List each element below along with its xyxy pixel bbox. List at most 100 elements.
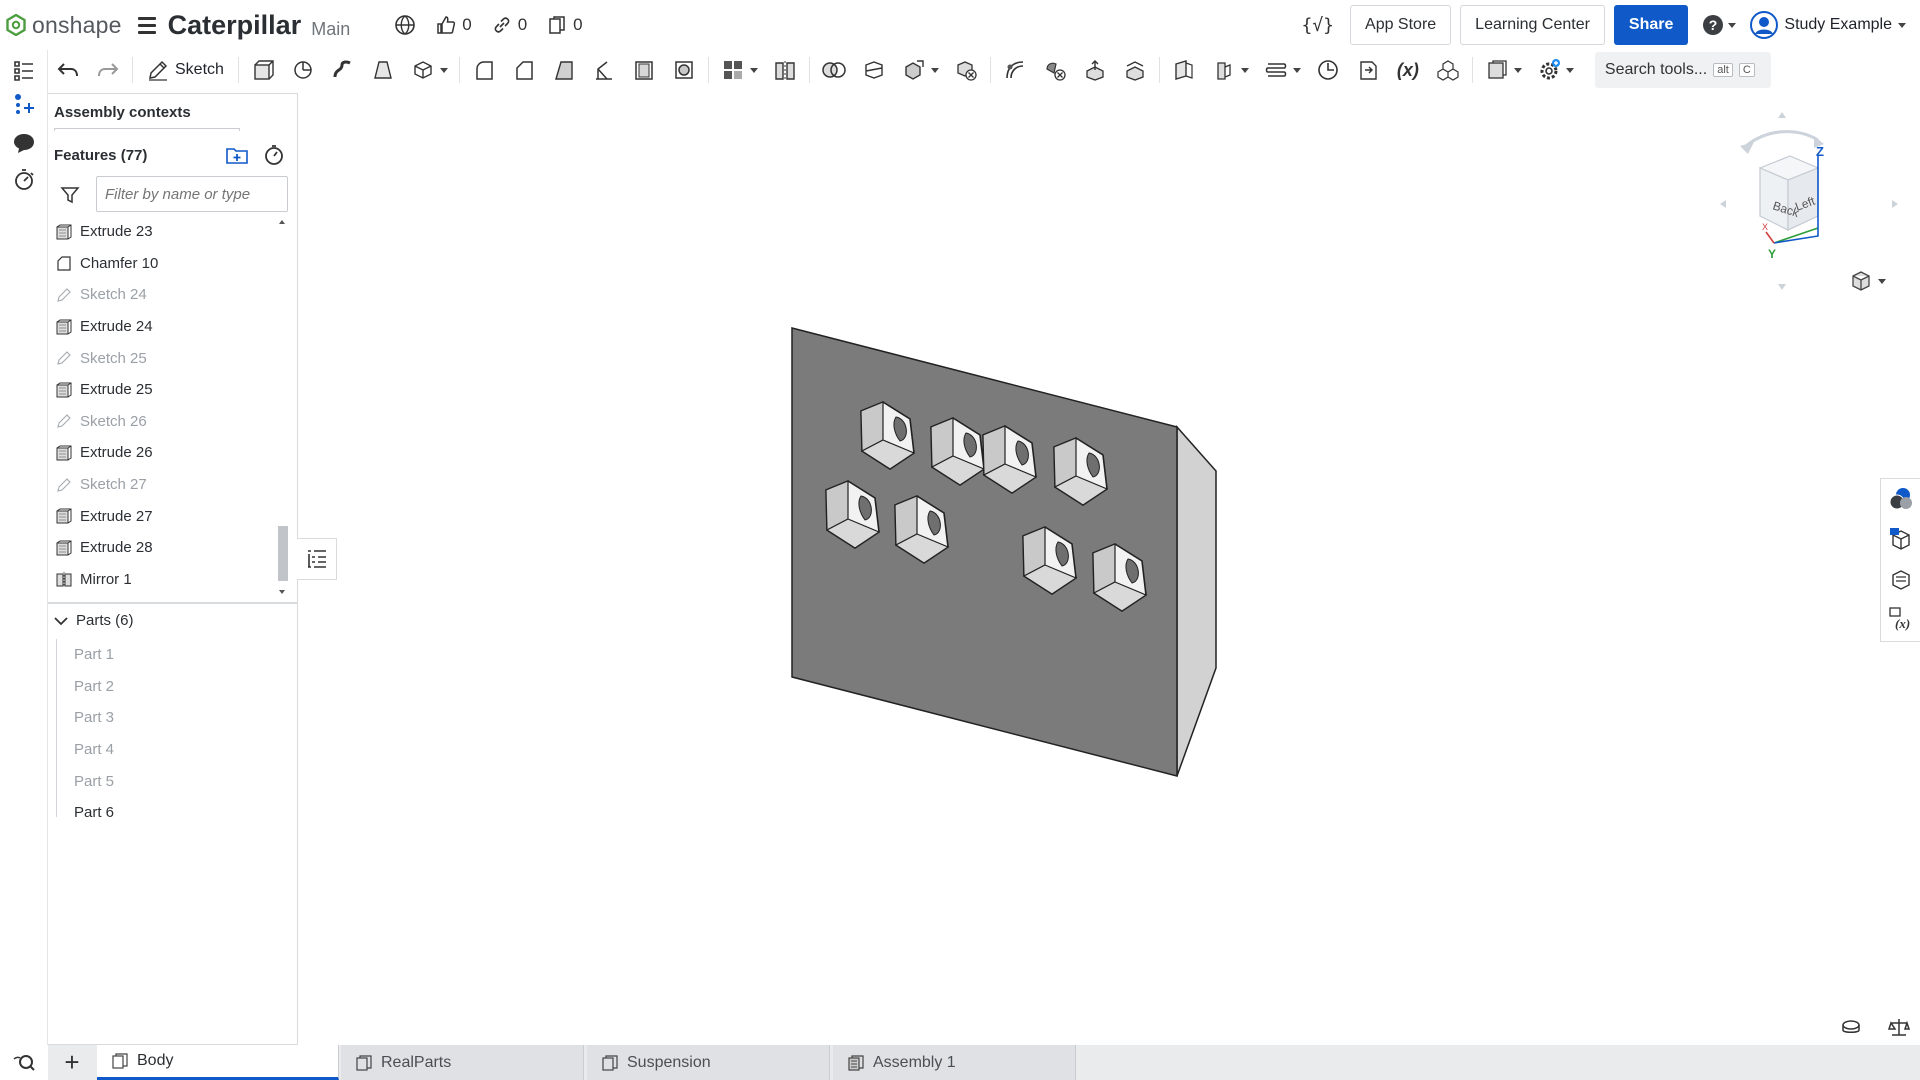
custom-features-gear-icon[interactable] (1537, 58, 1561, 82)
document-title[interactable]: Caterpillar (168, 10, 302, 41)
view-options-menu[interactable] (1850, 270, 1886, 292)
mate-connector-icon[interactable] (1212, 58, 1236, 82)
redo-icon[interactable] (96, 58, 120, 82)
share-button[interactable]: Share (1613, 5, 1689, 45)
parts-header[interactable]: Parts (6) (54, 612, 134, 629)
fillet-icon[interactable] (472, 58, 496, 82)
split-icon[interactable] (862, 58, 886, 82)
appearance-panel-icon[interactable] (1881, 479, 1920, 519)
hole-icon[interactable] (672, 58, 696, 82)
derived-icon[interactable] (1356, 58, 1380, 82)
helix-icon[interactable] (1264, 58, 1288, 82)
undo-icon[interactable] (56, 58, 80, 82)
units-balance-icon[interactable] (1888, 1017, 1910, 1037)
tab-realparts[interactable]: RealParts (341, 1045, 584, 1080)
public-globe-icon[interactable] (394, 14, 416, 36)
chevron-down-icon[interactable] (439, 67, 449, 73)
delete-part-icon[interactable] (954, 58, 978, 82)
mirror-tool-icon[interactable] (773, 58, 797, 82)
chevron-down-icon[interactable] (1240, 67, 1250, 73)
panel-divider[interactable] (48, 602, 298, 604)
help-menu[interactable]: ? (1702, 14, 1737, 36)
part-item[interactable]: Part 3 (57, 702, 286, 734)
rotate-left-arrow-icon[interactable] (1720, 200, 1726, 208)
feature-list-icon[interactable] (12, 58, 36, 82)
likes-counter[interactable]: 0 (436, 15, 472, 35)
onshape-logo[interactable]: onshape (6, 12, 122, 39)
rotate-arc-icon[interactable] (1745, 130, 1819, 148)
revolve-icon[interactable] (291, 58, 315, 82)
chevron-down-icon[interactable] (1565, 67, 1575, 73)
thicken-icon[interactable] (411, 58, 435, 82)
linear-pattern-icon[interactable] (721, 58, 745, 82)
feature-item[interactable]: Extrude 27 (48, 500, 276, 532)
chamfer-tool-icon[interactable] (512, 58, 536, 82)
history-timer-icon[interactable] (12, 168, 36, 192)
rollback-timer-icon[interactable] (263, 144, 285, 171)
app-store-button[interactable]: App Store (1350, 5, 1452, 45)
feature-item[interactable]: Sketch 26 (48, 406, 276, 438)
chevron-down-icon[interactable] (1513, 67, 1523, 73)
sweep-icon[interactable] (331, 58, 355, 82)
shell-icon[interactable] (632, 58, 656, 82)
draft-icon[interactable] (552, 58, 576, 82)
feature-item[interactable]: Extrude 25 (48, 374, 276, 406)
assembly-contexts-tab[interactable] (54, 128, 240, 131)
feature-item[interactable]: Sketch 24 (48, 279, 276, 311)
extrude-icon[interactable] (251, 58, 275, 82)
rotate-up-arrow-icon[interactable] (1778, 112, 1786, 118)
feature-item[interactable]: Extrude 23 (48, 216, 276, 248)
branch-name[interactable]: Main (311, 19, 350, 40)
feature-item[interactable]: Chamfer 10 (48, 248, 276, 280)
graphics-viewport[interactable] (298, 90, 1880, 1045)
model-side-face[interactable] (1176, 425, 1217, 777)
boolean-icon[interactable] (822, 58, 846, 82)
replace-face-icon[interactable] (1123, 58, 1147, 82)
delete-face-icon[interactable] (1043, 58, 1067, 82)
assembly-contexts-title[interactable]: Assembly contexts (54, 104, 191, 121)
loft-icon[interactable] (371, 58, 395, 82)
comments-icon[interactable] (12, 131, 36, 155)
part-item[interactable]: Part 6 (57, 797, 286, 829)
add-folder-icon[interactable] (225, 144, 249, 171)
feature-item[interactable]: Sketch 25 (48, 342, 276, 374)
part-studio-feature-icon[interactable] (1485, 58, 1509, 82)
user-menu[interactable]: Study Example (1750, 11, 1906, 39)
part-item[interactable]: Part 2 (57, 671, 286, 703)
rotate-down-arrow-icon[interactable] (1778, 284, 1786, 290)
learning-center-button[interactable]: Learning Center (1460, 5, 1605, 45)
transform-icon[interactable] (902, 58, 926, 82)
variable-table-icon[interactable]: (x) (1881, 599, 1920, 639)
part-item[interactable]: Part 4 (57, 734, 286, 766)
measure-icon[interactable] (1316, 58, 1340, 82)
part-item[interactable]: Part 1 (57, 639, 286, 671)
copies-counter[interactable]: 0 (547, 15, 583, 35)
sketch-button[interactable]: Sketch (147, 59, 224, 81)
configurations-icon[interactable] (1436, 58, 1460, 82)
rotate-right-arrow-icon[interactable] (1892, 200, 1898, 208)
section-view-icon[interactable] (1840, 1017, 1862, 1037)
feature-item[interactable]: Extrude 28 (48, 532, 276, 564)
tab-search-icon[interactable] (0, 1045, 48, 1080)
rib-icon[interactable] (592, 58, 616, 82)
filter-funnel-icon[interactable] (60, 185, 80, 210)
part-item[interactable]: Part 5 (57, 765, 286, 797)
tab-body[interactable]: Body (97, 1045, 339, 1080)
scrollbar-thumb[interactable] (278, 526, 288, 581)
move-face-icon[interactable] (1083, 58, 1107, 82)
main-menu-icon[interactable] (137, 16, 156, 34)
tab-assembly-1[interactable]: Assembly 1 (833, 1045, 1076, 1080)
mass-properties-icon[interactable] (1881, 559, 1920, 599)
tab-suspension[interactable]: Suspension (587, 1045, 830, 1080)
plane-icon[interactable] (1172, 58, 1196, 82)
variable-icon[interactable]: (x) (1396, 58, 1420, 82)
chevron-down-icon[interactable] (930, 67, 940, 73)
properties-panel-icon[interactable] (1881, 519, 1920, 559)
feature-filter-input[interactable] (96, 176, 288, 212)
part-model[interactable] (298, 90, 1880, 1045)
featurescript-icon[interactable]: {√} (1302, 15, 1335, 36)
search-tools-input[interactable]: Search tools... alt C (1594, 52, 1771, 88)
feature-item[interactable]: Extrude 24 (48, 311, 276, 343)
feature-item[interactable]: Sketch 27 (48, 469, 276, 501)
feature-item[interactable]: Mirror 1 (48, 564, 276, 596)
